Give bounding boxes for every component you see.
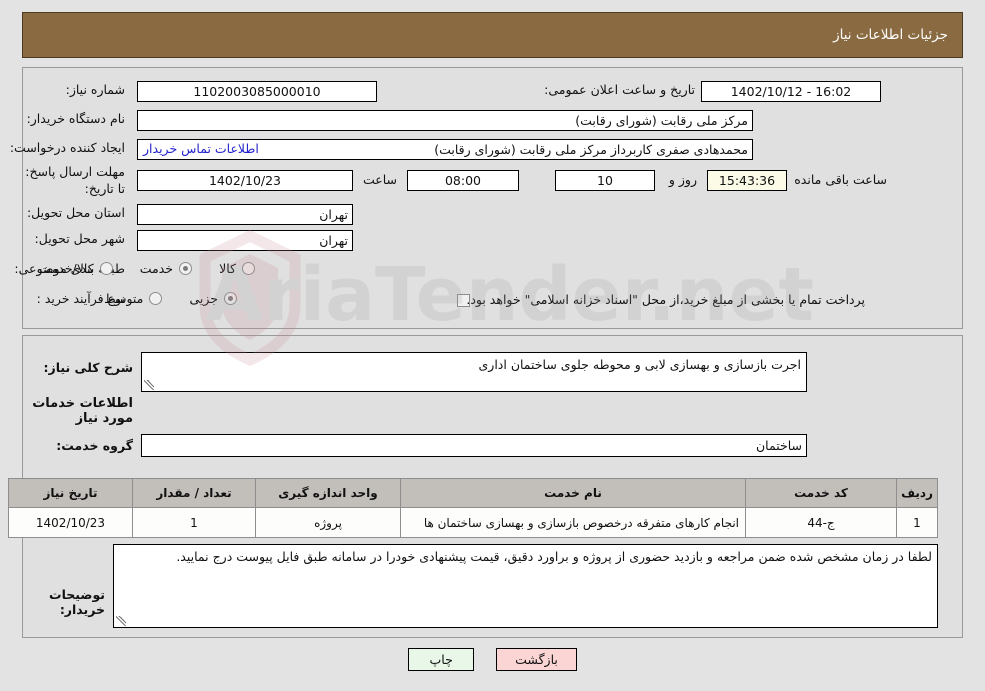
th-quantity: تعداد / مقدار [132, 478, 256, 508]
page-title: جزئیات اطلاعات نیاز [833, 27, 948, 43]
radio-icon-khedmat[interactable] [179, 262, 193, 275]
buyer-notes-label: توضیحات خریدار: [49, 587, 105, 617]
category-option-kala[interactable]: کالا [219, 261, 255, 276]
cell-radif: 1 [896, 507, 938, 538]
buyer-org-value: مرکز ملی رقابت (شورای رقابت) [137, 110, 753, 131]
need-details-page: AriaTender.net جزئیات اطلاعات نیاز شماره… [0, 0, 985, 691]
back-button[interactable]: بازگشت [496, 648, 577, 671]
process-option-motavaset-label: متوسط [104, 291, 144, 306]
province-label: استان محل تحویل: [26, 205, 125, 220]
cell-need-date: 1402/10/23 [8, 507, 133, 538]
print-button[interactable]: چاپ [408, 648, 475, 671]
table-header-row: ردیف کد خدمت نام خدمت واحد اندازه گیری ت… [8, 478, 938, 508]
buyer-org-label: نام دستگاه خریدار: [26, 111, 125, 126]
buyer-notes-textarea[interactable]: لطفا در زمان مشخص شده ضمن مراجعه و بازدی… [113, 544, 938, 628]
th-need-date: تاریخ نیاز [8, 478, 133, 508]
radio-icon-kala-khedmat[interactable] [99, 262, 113, 275]
need-number-label: شماره نیاز: [65, 82, 125, 97]
deadline-row: مهلت ارسال پاسخ: تا تاریخ: [19, 163, 125, 197]
city-row: شهر محل تحویل: [35, 231, 125, 246]
general-desc-textarea[interactable]: اجرت بازسازی و بهسازی لابی و محوطه جلوی … [141, 352, 807, 392]
buyer-org-row: نام دستگاه خریدار: [27, 111, 125, 126]
page-title-bar: جزئیات اطلاعات نیاز [22, 12, 963, 58]
cell-unit: پروژه [255, 507, 401, 538]
days-unit-label: روز و [668, 172, 697, 187]
requester-label: ایجاد کننده درخواست: [9, 140, 125, 155]
category-option-khedmat[interactable]: خدمت [139, 261, 193, 276]
deadline-time-label: ساعت [362, 172, 397, 187]
process-option-jozii[interactable]: جزیی [189, 291, 237, 306]
public-announce-value: 16:02 - 1402/10/12 [701, 81, 881, 102]
radio-icon-kala[interactable] [242, 262, 255, 275]
need-number-value: 1102003085000010 [137, 81, 377, 102]
days-remaining: 10 [555, 170, 655, 191]
service-group-label: گروه خدمت: [56, 438, 133, 453]
public-announce-label: تاریخ و ساعت اعلان عمومی: [544, 82, 695, 97]
services-table: ردیف کد خدمت نام خدمت واحد اندازه گیری ت… [8, 478, 938, 538]
need-number-row: شماره نیاز: [66, 82, 125, 97]
cell-service-name: انجام کارهای متفرقه درخصوص بازسازی و بهس… [400, 507, 746, 538]
city-value: تهران [137, 230, 353, 251]
radio-icon-jozii[interactable] [224, 292, 237, 305]
deadline-time: 08:00 [407, 170, 519, 191]
buyer-contact-link[interactable]: اطلاعات تماس خریدار [143, 141, 259, 156]
services-heading: اطلاعات خدمات مورد نیاز [32, 396, 133, 426]
process-radio-group: جزیی متوسط [82, 290, 237, 309]
category-radio-group: کالا خدمت کالا/خدمت [17, 260, 255, 279]
city-label: شهر محل تحویل: [34, 231, 125, 246]
public-announce-label-wrap: تاریخ و ساعت اعلان عمومی: [544, 82, 695, 97]
requester-row: ایجاد کننده درخواست: [10, 140, 125, 155]
th-unit: واحد اندازه گیری [255, 478, 401, 508]
cell-quantity: 1 [132, 507, 256, 538]
deadline-date: 1402/10/23 [137, 170, 353, 191]
time-remaining: 15:43:36 [707, 170, 787, 191]
th-service-code: کد خدمت [745, 478, 897, 508]
th-service-name: نام خدمت [400, 478, 746, 508]
process-option-motavaset[interactable]: متوسط [104, 291, 163, 306]
province-row: استان محل تحویل: [27, 205, 125, 220]
service-group-value: ساختمان [141, 434, 807, 457]
table-row: 1 ج-44 انجام کارهای متفرقه درخصوص بازساز… [8, 507, 938, 538]
deadline-label: مهلت ارسال پاسخ: تا تاریخ: [25, 164, 125, 196]
process-option-jozii-label: جزیی [189, 291, 218, 306]
category-option-khedmat-label: خدمت [139, 261, 174, 276]
th-radif: ردیف [896, 478, 938, 508]
radio-icon-motavaset[interactable] [149, 292, 163, 305]
category-option-kala-khedmat[interactable]: کالا/خدمت [39, 261, 113, 276]
category-option-kala-label: کالا [219, 261, 236, 276]
action-buttons: بازگشت چاپ [0, 648, 985, 671]
general-desc-label: شرح کلی نیاز: [43, 360, 133, 375]
remaining-suffix-label: ساعت باقی مانده [794, 172, 887, 187]
cell-service-code: ج-44 [745, 507, 897, 538]
treasury-text: پرداخت تمام یا بخشی از مبلغ خرید،از محل … [466, 292, 865, 307]
category-option-kala-khedmat-label: کالا/خدمت [39, 261, 94, 276]
province-value: تهران [137, 204, 353, 225]
